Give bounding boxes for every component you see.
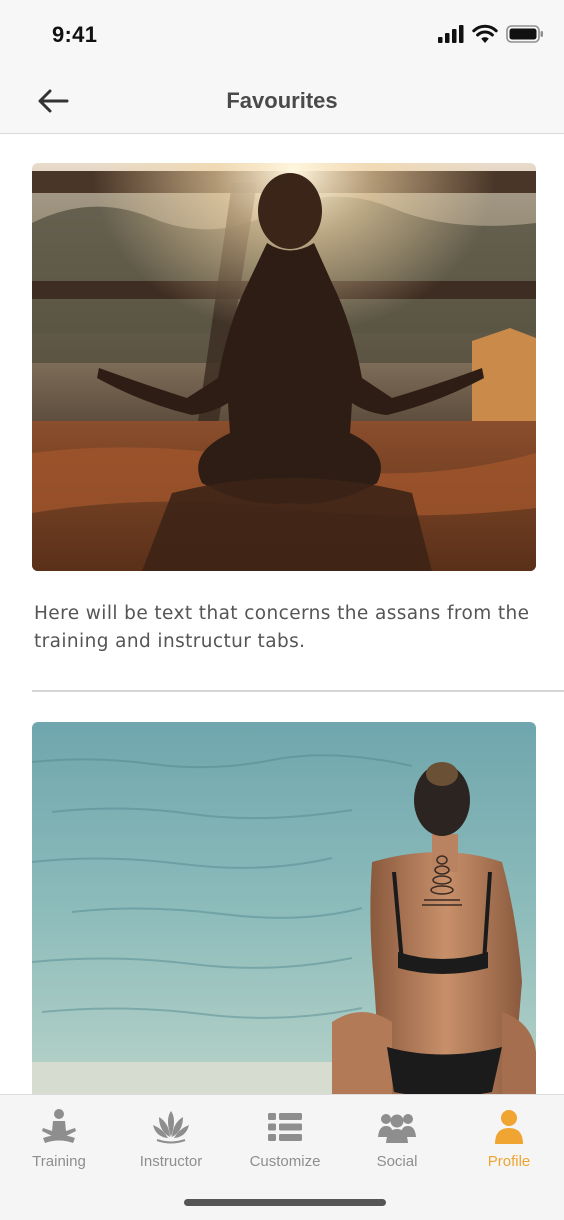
tab-label: Profile [487, 1153, 531, 1170]
divider [32, 690, 564, 692]
status-time: 9:41 [52, 22, 98, 47]
lotus-icon [153, 1111, 189, 1144]
group-icon [378, 1114, 416, 1143]
status-bar: 9:41 [0, 0, 564, 72]
cellular-signal-icon [438, 25, 464, 43]
tab-bar: Training Instructor Customize Social Pro… [0, 1094, 564, 1220]
home-indicator [184, 1199, 386, 1206]
tab-customize[interactable]: Customize [229, 1107, 341, 1177]
tab-label: Training [32, 1153, 86, 1170]
list-icon [268, 1113, 302, 1141]
tab-training[interactable]: Training [3, 1107, 115, 1177]
nav-header: Favourites [0, 72, 564, 134]
favourites-list[interactable]: Here will be text that concerns the assa… [0, 134, 564, 1094]
user-icon [495, 1110, 523, 1144]
favourite-description: Here will be text that concerns the assa… [34, 603, 530, 652]
tab-label: Social [376, 1153, 418, 1170]
tab-instructor[interactable]: Instructor [115, 1107, 227, 1177]
meditation-icon [42, 1109, 76, 1143]
wifi-icon [472, 24, 498, 43]
page-title: Favourites [226, 88, 338, 113]
tab-social[interactable]: Social [341, 1107, 453, 1177]
battery-icon [506, 25, 543, 43]
tab-label: Customize [249, 1153, 321, 1170]
beach-photo [32, 722, 536, 1094]
tab-label: Instructor [139, 1153, 203, 1170]
favourite-image-meditation[interactable] [32, 163, 536, 571]
favourite-image-beach[interactable] [32, 722, 536, 1094]
status-icons [438, 24, 544, 44]
meditation-photo [32, 163, 536, 571]
tab-profile[interactable]: Profile [453, 1107, 564, 1177]
